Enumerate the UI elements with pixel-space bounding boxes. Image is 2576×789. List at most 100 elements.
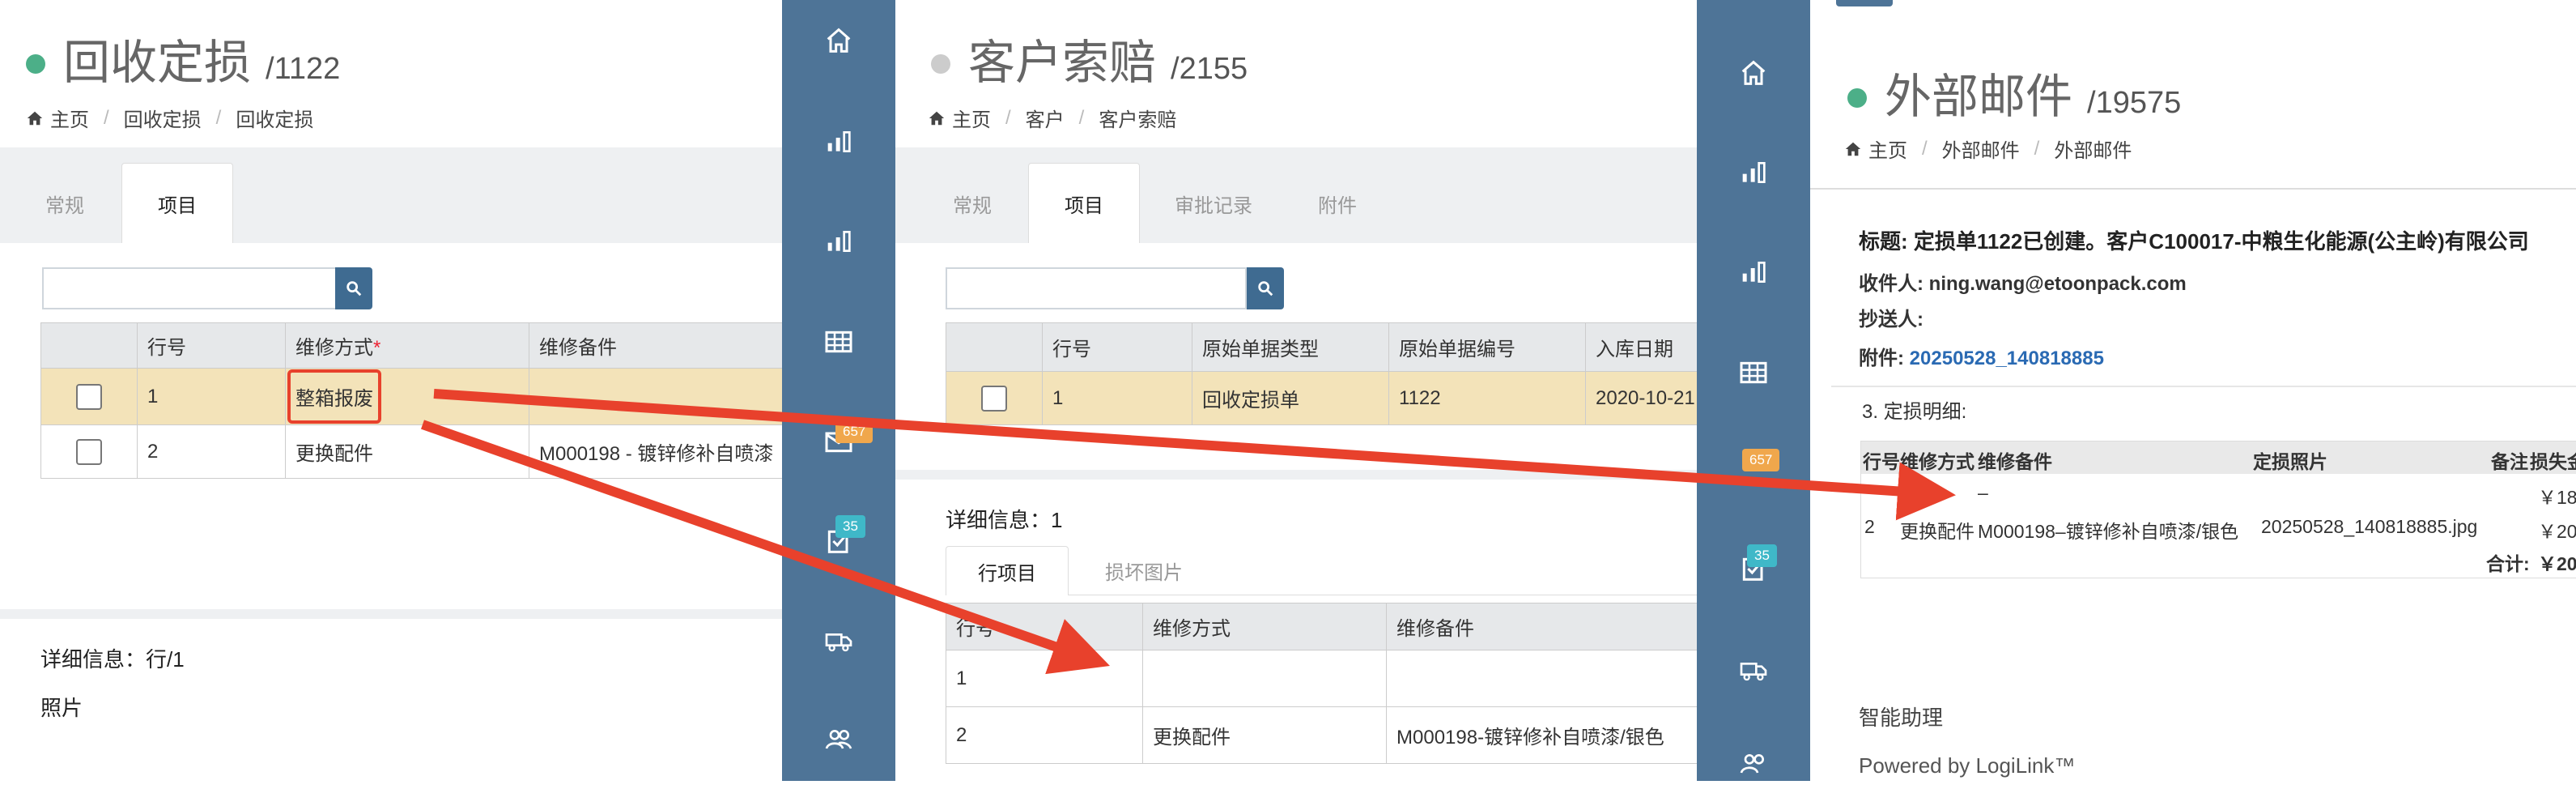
detail-items-table: 行号 维修方式 维修备件 1 2 更换配件 M000198-镀锌修补自喷漆/银色 xyxy=(946,603,1697,764)
claim-items-table: 行号 原始单据类型 原始单据编号 入库日期 1 回收定损单 1122 2020-… xyxy=(946,322,1697,425)
row-spare-part[interactable]: M000198 - 镀锌修补自喷漆 xyxy=(529,424,782,479)
search-icon xyxy=(1258,281,1273,296)
mail-count-badge: 657 xyxy=(1742,449,1780,471)
breadcrumb: 主页 / 外部邮件 / 外部邮件 xyxy=(1844,134,2132,163)
mail-table-header: 行号 维修方式 维修备件 定损照片 备注 损失金 xyxy=(1861,441,2576,474)
col-spare-part: 维修备件 xyxy=(529,322,782,369)
assistant-label[interactable]: 智能助理 xyxy=(1859,702,1943,731)
table-header-row: 行号 原始单据类型 原始单据编号 入库日期 xyxy=(946,322,1697,372)
nav-mail[interactable]: 657 xyxy=(782,417,895,466)
subtab-damage-photos[interactable]: 损坏图片 xyxy=(1083,546,1205,595)
row-spare-part[interactable] xyxy=(1386,650,1697,707)
powered-by: Powered by LogiLink™ xyxy=(1859,753,2076,778)
col-line-no: 行号 xyxy=(137,322,286,369)
mail-col-line-no: 行号 xyxy=(1863,451,1900,472)
mail-total-row: 合计: ￥200 xyxy=(1861,544,2576,576)
mail-attachment: 附件: 20250528_140818885 xyxy=(1859,342,2104,370)
mail-col-remark: 备注 xyxy=(2491,451,2528,472)
nav-users[interactable] xyxy=(782,716,895,765)
row-spare-part[interactable] xyxy=(529,368,782,425)
mail-count-badge: 657 xyxy=(835,420,874,443)
items-table: 行号 维修方式* 维修备件 1 整箱报废 2 更换配件 M000198 - 镀锌… xyxy=(40,322,782,479)
mail-row-spare-part: – xyxy=(1978,482,1988,503)
select-all-header xyxy=(946,322,1043,372)
row-source-doc-type[interactable]: 回收定损单 xyxy=(1192,371,1389,425)
tab-items[interactable]: 项目 xyxy=(1028,163,1140,243)
row-checkbox[interactable] xyxy=(981,385,1007,412)
mail-row-photo: 20250528_140818885.jpg xyxy=(2261,516,2478,537)
breadcrumb-home[interactable]: 主页 xyxy=(952,104,991,132)
row-checkbox[interactable] xyxy=(76,383,102,410)
task-count-badge: 35 xyxy=(835,515,865,538)
table-row[interactable]: 2 更换配件 M000198-镀锌修补自喷漆/银色 xyxy=(946,706,1697,764)
search-button[interactable] xyxy=(335,267,372,309)
row-repair-method[interactable]: 更换配件 xyxy=(285,424,529,479)
home-icon xyxy=(827,28,851,53)
row-checkbox[interactable] xyxy=(76,438,102,465)
col-repair-method: 维修方式 xyxy=(1142,603,1387,650)
row-source-doc-no[interactable]: 1122 xyxy=(1388,371,1586,425)
table-row[interactable]: 2 更换配件 M000198 - 镀锌修补自喷漆 xyxy=(40,424,782,479)
search-input[interactable] xyxy=(42,267,337,309)
row-repair-method[interactable] xyxy=(1142,650,1387,707)
col-repair-method: 维修方式* xyxy=(285,322,529,369)
tab-attachments[interactable]: 附件 xyxy=(1289,164,1386,243)
search-input[interactable] xyxy=(946,267,1247,309)
nav-reports[interactable] xyxy=(1697,148,1810,197)
nav-table[interactable] xyxy=(782,318,895,366)
breadcrumb-module[interactable]: 回收定损 xyxy=(124,104,202,132)
nav-analytics[interactable] xyxy=(782,217,895,266)
tabs-bar: 常规 项目 xyxy=(0,147,782,243)
nav-transport[interactable] xyxy=(1697,645,1810,693)
row-receipt-date[interactable]: 2020-10-21 xyxy=(1585,371,1697,425)
nav-table[interactable] xyxy=(1697,348,1810,397)
tab-general[interactable]: 常规 xyxy=(24,164,105,243)
page-header: 回收定损 /1122 主页 / 回收定损 / 回收定损 xyxy=(0,0,782,147)
breadcrumb-home[interactable]: 主页 xyxy=(1868,134,1907,163)
status-dot xyxy=(1847,88,1867,108)
nav-analytics[interactable] xyxy=(1697,248,1810,296)
side-nav: 657 35 xyxy=(1697,0,1810,781)
record-panel-external-mail: 外部邮件 /19575 主页 / 外部邮件 / 外部邮件 标题: 定损单1122… xyxy=(1810,0,2576,781)
breadcrumb-module[interactable]: 外部邮件 xyxy=(1942,134,2020,163)
tab-items[interactable]: 项目 xyxy=(121,163,233,243)
users-icon xyxy=(1740,754,1764,774)
nav-reports[interactable] xyxy=(782,117,895,166)
row-line-no: 1 xyxy=(1042,371,1192,425)
detail-subtabs: 行项目 损坏图片 xyxy=(946,546,1697,595)
row-repair-method[interactable]: 更换配件 xyxy=(1142,706,1387,764)
record-id: /1122 xyxy=(266,52,341,86)
attachment-label: 附件: xyxy=(1859,348,1904,369)
page-title: 客户索赔 /2155 xyxy=(931,24,1248,92)
row-repair-method[interactable]: 整箱报废 xyxy=(285,368,529,425)
nav-mail[interactable]: 657 xyxy=(1697,449,1810,497)
nav-home[interactable] xyxy=(782,16,895,65)
breadcrumb-current: 外部邮件 xyxy=(2054,140,2132,162)
divider xyxy=(1831,386,2576,387)
attachment-link[interactable]: 20250528_140818885 xyxy=(1910,348,2104,369)
breadcrumb-current: 客户索赔 xyxy=(1099,109,1177,131)
subtab-line-items[interactable]: 行项目 xyxy=(946,546,1069,595)
table-row[interactable]: 1 xyxy=(946,650,1697,707)
record-panel-customer-claim: 客户索赔 /2155 主页 / 客户 / 客户索赔 常规 项目 审批记录 附件 … xyxy=(895,0,1697,781)
search-button[interactable] xyxy=(1247,267,1284,309)
table-row[interactable]: 1 整箱报废 xyxy=(40,368,782,425)
page-header: 客户索赔 /2155 主页 / 客户 / 客户索赔 xyxy=(895,0,1697,147)
breadcrumb-home[interactable]: 主页 xyxy=(50,104,89,132)
nav-transport[interactable] xyxy=(782,616,895,664)
nav-home[interactable] xyxy=(1697,49,1810,97)
table-row[interactable]: 1 回收定损单 1122 2020-10-21 xyxy=(946,371,1697,425)
bar-chart-icon xyxy=(1742,262,1766,283)
breadcrumb-module[interactable]: 客户 xyxy=(1026,104,1065,132)
nav-tasks[interactable]: 35 xyxy=(1697,544,1810,593)
nav-users[interactable] xyxy=(1697,740,1810,789)
tab-general[interactable]: 常规 xyxy=(928,164,1017,243)
row-line-no: 1 xyxy=(137,368,286,425)
row-spare-part[interactable]: M000198-镀锌修补自喷漆/银色 xyxy=(1386,706,1697,764)
nav-tasks[interactable]: 35 xyxy=(782,515,895,565)
items-content: 行号 维修方式* 维修备件 1 整箱报废 2 更换配件 M000198 - 镀锌… xyxy=(10,243,782,591)
home-icon xyxy=(1845,142,1861,156)
items-content: 行号 原始单据类型 原始单据编号 入库日期 1 回收定损单 1122 2020-… xyxy=(895,243,1697,470)
tab-approval-history[interactable]: 审批记录 xyxy=(1153,164,1274,243)
row-line-no: 1 xyxy=(946,650,1143,707)
